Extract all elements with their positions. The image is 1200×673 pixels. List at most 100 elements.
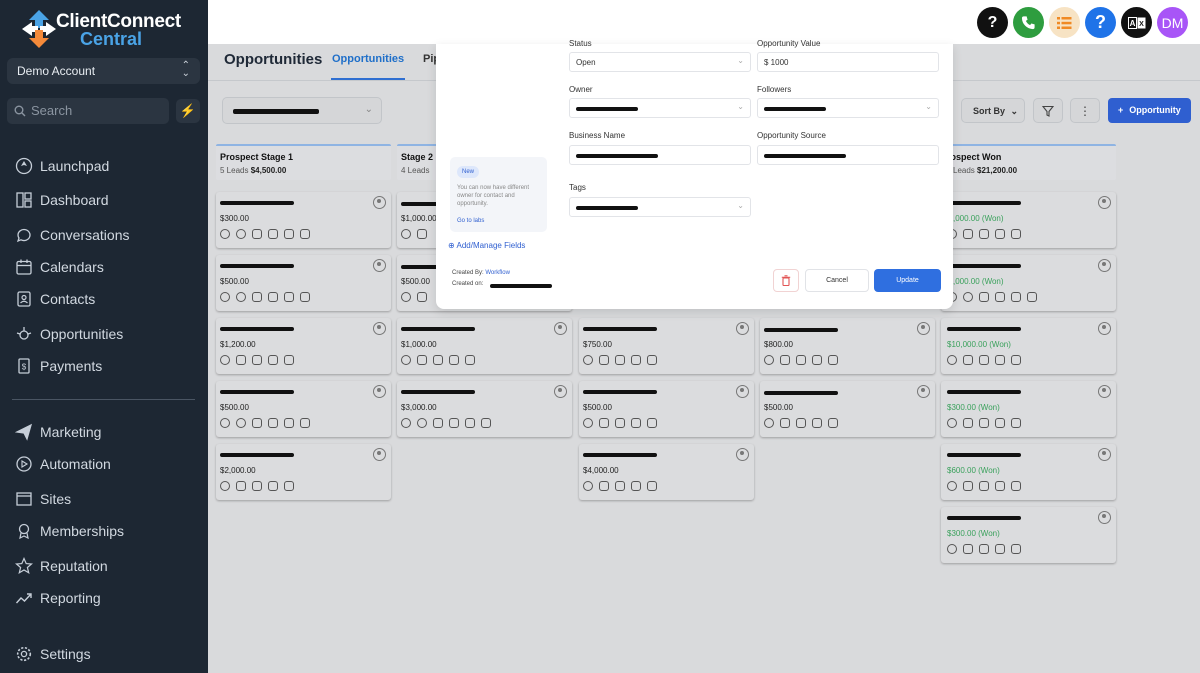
cancel-button[interactable]: Cancel xyxy=(805,269,869,292)
message-icon[interactable] xyxy=(583,481,593,491)
message-icon[interactable] xyxy=(947,481,957,491)
note-icon[interactable] xyxy=(979,229,989,239)
tag-icon[interactable] xyxy=(417,229,427,239)
note-icon[interactable] xyxy=(252,355,262,365)
tag-icon[interactable] xyxy=(963,418,973,428)
nav-dashboard[interactable]: Dashboard xyxy=(14,189,109,211)
tag-icon[interactable] xyxy=(599,355,609,365)
nav-automation[interactable]: Automation xyxy=(14,453,111,475)
calendar-icon[interactable] xyxy=(828,418,838,428)
task-icon[interactable] xyxy=(1011,292,1021,302)
calendar-icon[interactable] xyxy=(1011,355,1021,365)
assign-user-icon[interactable] xyxy=(917,322,930,335)
message-icon[interactable] xyxy=(583,418,593,428)
tag-icon[interactable] xyxy=(252,418,262,428)
business-name-input[interactable] xyxy=(569,145,751,165)
task-icon[interactable] xyxy=(995,418,1005,428)
calendar-icon[interactable] xyxy=(284,355,294,365)
note-icon[interactable] xyxy=(995,292,1005,302)
tag-icon[interactable] xyxy=(963,544,973,554)
opportunity-card[interactable]: $10,000.00 (Won) xyxy=(941,318,1116,374)
task-list-icon[interactable] xyxy=(1049,7,1080,38)
task-icon[interactable] xyxy=(995,355,1005,365)
tag-icon[interactable] xyxy=(252,292,262,302)
more-options-button[interactable]: ⋮ xyxy=(1070,98,1100,123)
phone-icon[interactable] xyxy=(401,418,411,428)
message-icon[interactable] xyxy=(220,481,230,491)
phone-icon[interactable] xyxy=(1013,7,1044,38)
task-icon[interactable] xyxy=(284,418,294,428)
followers-select[interactable]: ⌄ xyxy=(757,98,939,118)
tag-icon[interactable] xyxy=(599,481,609,491)
nav-calendars[interactable]: Calendars xyxy=(14,256,104,278)
tag-icon[interactable] xyxy=(780,355,790,365)
task-icon[interactable] xyxy=(268,355,278,365)
assign-user-icon[interactable] xyxy=(554,385,567,398)
phone-icon[interactable] xyxy=(220,418,230,428)
nav-opportunities[interactable]: Opportunities xyxy=(14,323,123,345)
message-icon[interactable] xyxy=(220,355,230,365)
add-manage-fields-link[interactable]: ⊕ Add/Manage Fields xyxy=(448,241,525,250)
nav-memberships[interactable]: Memberships xyxy=(14,520,124,542)
assign-user-icon[interactable] xyxy=(373,448,386,461)
task-icon[interactable] xyxy=(631,481,641,491)
calendar-icon[interactable] xyxy=(647,355,657,365)
owner-select[interactable]: ⌄ xyxy=(569,98,751,118)
opportunity-card[interactable]: $750.00 xyxy=(579,318,754,374)
translate-icon[interactable]: AX xyxy=(1121,7,1152,38)
opportunity-card[interactable]: $500.00 xyxy=(216,255,391,311)
phone-icon[interactable] xyxy=(220,229,230,239)
opportunity-card[interactable]: $300.00 xyxy=(216,192,391,248)
task-icon[interactable] xyxy=(268,481,278,491)
nav-sites[interactable]: Sites xyxy=(14,488,71,510)
message-icon[interactable] xyxy=(947,418,957,428)
task-icon[interactable] xyxy=(995,544,1005,554)
message-icon[interactable] xyxy=(236,418,246,428)
tag-icon[interactable] xyxy=(236,481,246,491)
note-icon[interactable] xyxy=(268,292,278,302)
note-icon[interactable] xyxy=(449,418,459,428)
assign-user-icon[interactable] xyxy=(1098,322,1111,335)
go-to-labs-link[interactable]: Go to labs xyxy=(457,218,484,224)
assign-user-icon[interactable] xyxy=(1098,511,1111,524)
phone-icon[interactable] xyxy=(220,292,230,302)
assign-user-icon[interactable] xyxy=(1098,385,1111,398)
assign-user-icon[interactable] xyxy=(373,385,386,398)
calendar-icon[interactable] xyxy=(300,292,310,302)
opportunity-card[interactable]: $500.00 xyxy=(579,381,754,437)
message-icon[interactable] xyxy=(963,292,973,302)
calendar-icon[interactable] xyxy=(300,418,310,428)
tag-icon[interactable] xyxy=(236,355,246,365)
assign-user-icon[interactable] xyxy=(554,322,567,335)
delete-button[interactable] xyxy=(773,269,799,292)
nav-settings[interactable]: Settings xyxy=(14,643,91,665)
tag-icon[interactable] xyxy=(780,418,790,428)
assign-user-icon[interactable] xyxy=(917,385,930,398)
assign-user-icon[interactable] xyxy=(736,322,749,335)
nav-reputation[interactable]: Reputation xyxy=(14,555,108,577)
assign-user-icon[interactable] xyxy=(373,196,386,209)
calendar-icon[interactable] xyxy=(647,418,657,428)
pipeline-select[interactable]: ⌄ xyxy=(222,97,382,124)
support-question-icon[interactable]: ? xyxy=(1085,7,1116,38)
opportunity-card[interactable]: $500.00 xyxy=(216,381,391,437)
note-icon[interactable] xyxy=(252,481,262,491)
note-icon[interactable] xyxy=(268,418,278,428)
nav-launchpad[interactable]: Launchpad xyxy=(14,155,109,177)
tag-icon[interactable] xyxy=(963,481,973,491)
message-icon[interactable] xyxy=(401,229,411,239)
message-icon[interactable] xyxy=(401,355,411,365)
opportunity-card[interactable]: ,000.00 (Won) xyxy=(941,255,1116,311)
message-icon[interactable] xyxy=(401,292,411,302)
tags-select[interactable]: ⌄ xyxy=(569,197,751,217)
tag-icon[interactable] xyxy=(599,418,609,428)
tag-icon[interactable] xyxy=(417,355,427,365)
calendar-icon[interactable] xyxy=(481,418,491,428)
opportunity-card[interactable]: $2,000.00 xyxy=(216,444,391,500)
task-icon[interactable] xyxy=(995,481,1005,491)
note-icon[interactable] xyxy=(615,418,625,428)
message-icon[interactable] xyxy=(583,355,593,365)
nav-reporting[interactable]: Reporting xyxy=(14,587,101,609)
tag-icon[interactable] xyxy=(963,229,973,239)
user-avatar[interactable]: DM xyxy=(1157,7,1188,38)
